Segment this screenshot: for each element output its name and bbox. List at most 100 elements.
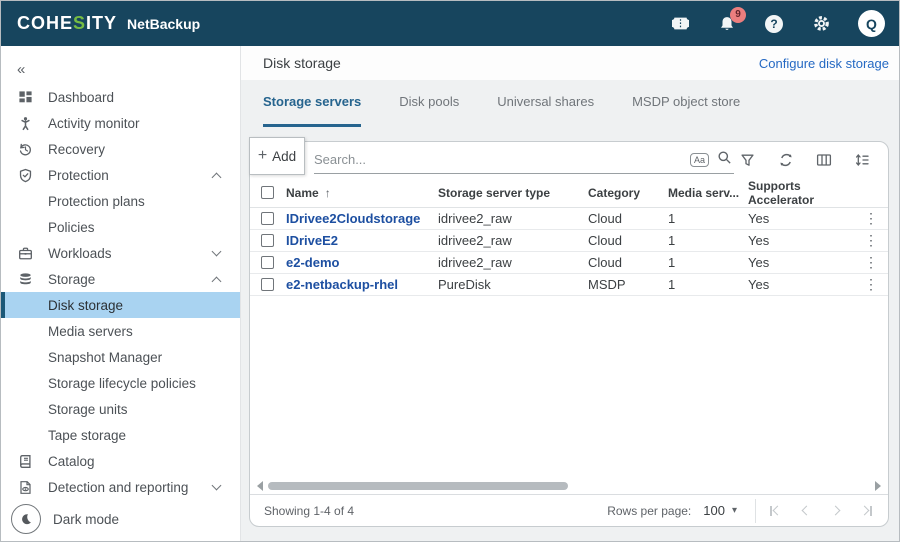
page-header: Disk storage Configure disk storage bbox=[241, 46, 899, 80]
sidebar-item-label: Storage lifecycle policies bbox=[48, 376, 196, 391]
column-header-type[interactable]: Storage server type bbox=[438, 186, 588, 200]
sidebar-item-snapshot-manager[interactable]: Snapshot Manager bbox=[1, 344, 240, 370]
column-header-name[interactable]: Name↑ bbox=[286, 186, 438, 200]
sidebar-item-label: Dashboard bbox=[48, 90, 114, 105]
recovery-icon bbox=[17, 141, 34, 158]
row-checkbox[interactable] bbox=[261, 234, 274, 247]
match-case-toggle[interactable]: Aa bbox=[690, 153, 709, 167]
tab-msdp-object-store[interactable]: MSDP object store bbox=[632, 94, 740, 127]
first-page-button[interactable] bbox=[770, 506, 781, 516]
dark-mode-toggle[interactable]: Dark mode bbox=[11, 504, 119, 534]
protection-shield-icon bbox=[17, 167, 34, 184]
detection-report-icon bbox=[17, 479, 34, 496]
column-header-accelerator[interactable]: Supports Accelerator bbox=[748, 179, 854, 207]
sidebar-item-label: Media servers bbox=[48, 324, 133, 339]
tab-disk-pools[interactable]: Disk pools bbox=[399, 94, 459, 127]
storage-server-link[interactable]: IDriveE2 bbox=[286, 233, 438, 248]
sidebar-item-storage-lifecycle-policies[interactable]: Storage lifecycle policies bbox=[1, 370, 240, 396]
sidebar-item-label: Workloads bbox=[48, 246, 112, 261]
top-bar: COHESITY NetBackup 9 ? Q bbox=[1, 1, 899, 46]
last-page-button[interactable] bbox=[861, 506, 872, 516]
main-content: Disk storage Configure disk storage Stor… bbox=[241, 46, 899, 541]
filter-icon[interactable] bbox=[739, 152, 756, 169]
sidebar-item-dashboard[interactable]: Dashboard bbox=[1, 84, 240, 110]
scroll-left-icon[interactable] bbox=[257, 481, 263, 491]
sidebar-item-media-servers[interactable]: Media servers bbox=[1, 318, 240, 344]
select-all-checkbox[interactable] bbox=[261, 186, 274, 199]
search-field: Aa bbox=[314, 147, 734, 174]
catalog-book-icon bbox=[17, 453, 34, 470]
table-row: e2-demo idrivee2_raw Cloud 1 Yes ⋮ bbox=[250, 252, 888, 274]
sidebar-item-policies[interactable]: Policies bbox=[1, 214, 240, 240]
add-button[interactable]: + Add bbox=[249, 137, 305, 175]
table-toolbar: + Add Aa bbox=[250, 142, 888, 178]
scrollbar-thumb[interactable] bbox=[268, 482, 568, 490]
sidebar-item-workloads[interactable]: Workloads bbox=[1, 240, 240, 266]
sidebar-item-label: Storage units bbox=[48, 402, 128, 417]
sidebar-item-label: Activity monitor bbox=[48, 116, 140, 131]
tab-universal-shares[interactable]: Universal shares bbox=[497, 94, 594, 127]
sidebar-item-recovery[interactable]: Recovery bbox=[1, 136, 240, 162]
page-title: Disk storage bbox=[263, 55, 341, 71]
help-icon[interactable]: ? bbox=[764, 14, 784, 34]
horizontal-scrollbar bbox=[250, 477, 888, 494]
search-icon[interactable] bbox=[717, 150, 732, 170]
storage-server-link[interactable]: e2-demo bbox=[286, 255, 438, 270]
user-avatar[interactable]: Q bbox=[858, 10, 885, 37]
sidebar-item-label: Storage bbox=[48, 272, 95, 287]
rows-per-page-select[interactable]: 100 ▾ bbox=[703, 503, 737, 518]
sidebar-item-label: Tape storage bbox=[48, 428, 126, 443]
chevron-up-icon bbox=[212, 277, 222, 287]
row-actions-kebab-icon[interactable]: ⋮ bbox=[854, 276, 888, 293]
storage-stack-icon bbox=[17, 271, 34, 288]
configure-disk-storage-link[interactable]: Configure disk storage bbox=[759, 56, 889, 71]
dashboard-icon bbox=[17, 89, 34, 106]
chevron-down-icon bbox=[212, 247, 222, 257]
sidebar-item-protection[interactable]: Protection bbox=[1, 162, 240, 188]
sidebar-collapse-button[interactable]: « bbox=[1, 54, 240, 84]
sidebar-item-protection-plans[interactable]: Protection plans bbox=[1, 188, 240, 214]
settings-gear-icon[interactable] bbox=[811, 14, 831, 34]
activity-monitor-icon bbox=[17, 115, 34, 132]
row-actions-kebab-icon[interactable]: ⋮ bbox=[854, 232, 888, 249]
sidebar-item-catalog[interactable]: Catalog bbox=[1, 448, 240, 474]
storage-server-link[interactable]: IDrivee2Cloudstorage bbox=[286, 211, 438, 226]
scroll-right-icon[interactable] bbox=[875, 481, 881, 491]
sidebar-item-tape-storage[interactable]: Tape storage bbox=[1, 422, 240, 448]
workloads-briefcase-icon bbox=[17, 245, 34, 262]
row-actions-kebab-icon[interactable]: ⋮ bbox=[854, 210, 888, 227]
toolbar-icon-group bbox=[739, 152, 870, 169]
rows-per-page-label: Rows per page: bbox=[607, 504, 691, 518]
sidebar-item-label: Catalog bbox=[48, 454, 95, 469]
showing-count-text: Showing 1-4 of 4 bbox=[264, 504, 354, 518]
sidebar-item-label: Recovery bbox=[48, 142, 105, 157]
sidebar-item-disk-storage[interactable]: Disk storage bbox=[1, 292, 240, 318]
notifications-bell-icon[interactable]: 9 bbox=[717, 14, 737, 34]
sidebar-item-activity-monitor[interactable]: Activity monitor bbox=[1, 110, 240, 136]
sidebar-item-detection-and-reporting[interactable]: Detection and reporting bbox=[1, 474, 240, 500]
table-header-row: Name↑ Storage server type Category Media… bbox=[250, 178, 888, 208]
scrollbar-track[interactable] bbox=[267, 482, 871, 490]
row-checkbox[interactable] bbox=[261, 256, 274, 269]
row-checkbox[interactable] bbox=[261, 278, 274, 291]
previous-page-button[interactable] bbox=[803, 507, 810, 514]
column-header-media-servers[interactable]: Media serv... bbox=[668, 186, 748, 200]
sidebar-item-label: Disk storage bbox=[48, 298, 123, 313]
sidebar-item-label: Protection bbox=[48, 168, 109, 183]
notification-count-badge: 9 bbox=[730, 7, 746, 23]
sidebar-item-storage-units[interactable]: Storage units bbox=[1, 396, 240, 422]
ticket-icon[interactable] bbox=[670, 14, 690, 34]
sidebar-item-label: Protection plans bbox=[48, 194, 145, 209]
search-input[interactable] bbox=[314, 152, 682, 167]
tab-storage-servers[interactable]: Storage servers bbox=[263, 94, 361, 127]
column-header-category[interactable]: Category bbox=[588, 186, 668, 200]
row-actions-kebab-icon[interactable]: ⋮ bbox=[854, 254, 888, 271]
columns-icon[interactable] bbox=[815, 152, 832, 169]
next-page-button[interactable] bbox=[832, 507, 839, 514]
row-density-icon[interactable] bbox=[853, 152, 870, 169]
table-row: IDrivee2Cloudstorage idrivee2_raw Cloud … bbox=[250, 208, 888, 230]
refresh-icon[interactable] bbox=[777, 152, 794, 169]
row-checkbox[interactable] bbox=[261, 212, 274, 225]
storage-server-link[interactable]: e2-netbackup-rhel bbox=[286, 277, 438, 292]
sidebar-item-storage[interactable]: Storage bbox=[1, 266, 240, 292]
